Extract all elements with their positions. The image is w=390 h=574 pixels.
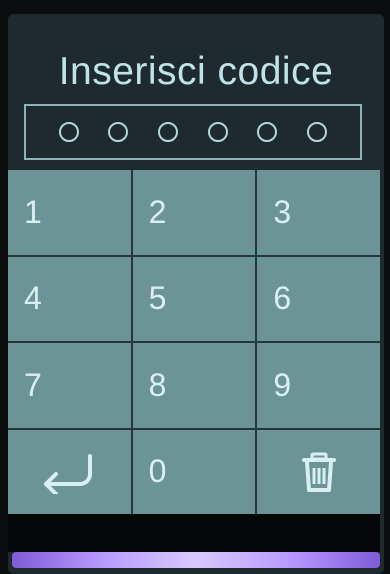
page-title: Inserisci codice bbox=[58, 50, 334, 93]
key-1[interactable]: 1 bbox=[8, 170, 131, 255]
key-4[interactable]: 4 bbox=[8, 256, 131, 341]
trash-icon bbox=[301, 452, 336, 492]
status-light-bar bbox=[12, 552, 380, 568]
code-dot bbox=[58, 122, 79, 142]
key-0[interactable]: 0 bbox=[132, 429, 256, 514]
key-9[interactable]: 9 bbox=[257, 343, 380, 428]
code-dot bbox=[307, 122, 328, 142]
keypad: 1 2 3 4 5 6 7 8 9 0 bbox=[8, 170, 380, 514]
return-arrow-icon bbox=[44, 453, 93, 494]
key-2[interactable]: 2 bbox=[132, 170, 256, 255]
code-dot bbox=[158, 122, 179, 142]
code-dot bbox=[257, 122, 278, 142]
key-7[interactable]: 7 bbox=[8, 343, 131, 428]
key-5[interactable]: 5 bbox=[132, 256, 256, 341]
key-6[interactable]: 6 bbox=[257, 256, 380, 341]
enter-button[interactable] bbox=[8, 429, 131, 514]
code-input bbox=[24, 104, 362, 160]
screen-bottom-band bbox=[8, 514, 380, 552]
code-dot bbox=[207, 122, 228, 142]
code-dot bbox=[108, 122, 129, 142]
key-8[interactable]: 8 bbox=[132, 343, 256, 428]
delete-button[interactable] bbox=[257, 429, 380, 514]
key-3[interactable]: 3 bbox=[257, 170, 380, 255]
